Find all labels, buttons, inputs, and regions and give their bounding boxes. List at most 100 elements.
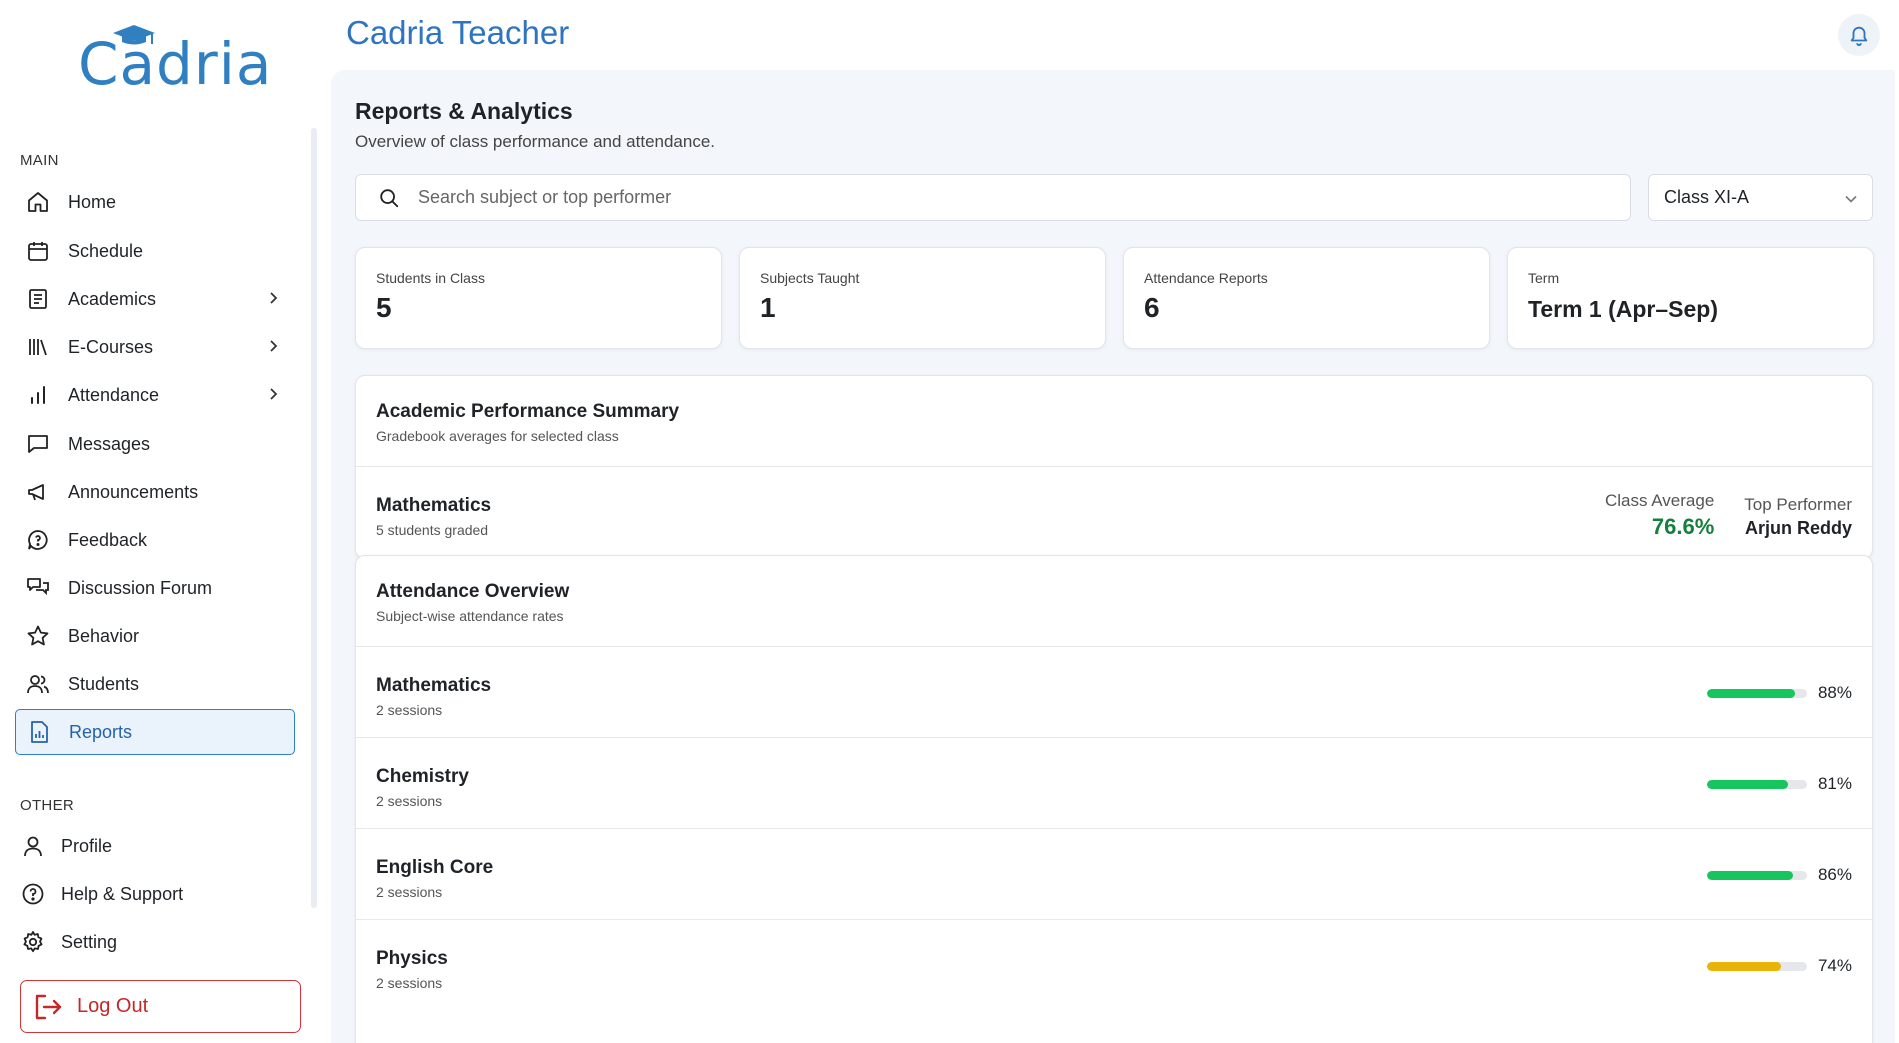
class-average-label: Class Average — [1604, 491, 1715, 510]
attendance-row[interactable]: English Core 2 sessions 86% — [356, 829, 1872, 920]
attendance-rows: Mathematics 2 sessions 88% Chemistry 2 sessi… — [356, 647, 1872, 1011]
sidebar-item-behavior[interactable]: Behavior — [15, 613, 295, 659]
cadria-logo[interactable]: Cadria — [78, 25, 273, 100]
message-icon — [25, 431, 51, 457]
page-title: Reports & Analytics — [355, 98, 573, 124]
forum-icon — [25, 575, 51, 601]
stat-card-term: Term Term 1 (Apr–Sep) — [1507, 247, 1874, 349]
stat-value: 6 — [1144, 292, 1160, 323]
chevron-right-icon — [270, 340, 278, 352]
attendance-percent: 86% — [1817, 865, 1852, 884]
calendar-icon — [25, 238, 51, 264]
stat-card-attendance-reports: Attendance Reports 6 — [1123, 247, 1490, 349]
notifications-button[interactable] — [1838, 14, 1880, 56]
stat-card-subjects: Subjects Taught 1 — [739, 247, 1106, 349]
top-performer: Top Performer Arjun Reddy — [1744, 491, 1852, 540]
sidebar-item-announcements[interactable]: Announcements — [15, 469, 295, 515]
subject-name: Physics — [376, 948, 448, 969]
star-icon — [25, 623, 51, 649]
sidebar-item-messages[interactable]: Messages — [15, 421, 295, 467]
sidebar-item-schedule[interactable]: Schedule — [15, 228, 295, 274]
attendance-percent: 74% — [1817, 956, 1852, 975]
attendance-percent: 81% — [1817, 774, 1852, 793]
card-title: Attendance Overview — [376, 581, 570, 602]
section-label-main: MAIN — [20, 152, 59, 169]
stat-label: Students in Class — [376, 270, 485, 286]
chevron-down-icon — [1845, 195, 1857, 203]
attendance-progress-bar — [1707, 779, 1807, 789]
search-icon — [380, 188, 399, 207]
attendance-metric: 74% — [1707, 956, 1852, 976]
app-title: Cadria Teacher — [346, 14, 570, 51]
home-icon — [25, 189, 51, 215]
sidebar-item-label: Help & Support — [61, 883, 184, 904]
class-select[interactable]: Class XI-A — [1648, 174, 1873, 221]
sidebar-item-label: Announcements — [68, 481, 199, 502]
bell-icon — [1850, 26, 1868, 46]
stat-label: Subjects Taught — [760, 270, 860, 286]
attendance-progress-fill — [1707, 779, 1788, 789]
logout-icon — [35, 994, 62, 1019]
library-icon — [25, 334, 51, 360]
attendance-percent: 88% — [1817, 683, 1852, 702]
performance-row[interactable]: Mathematics 5 students graded Class Aver… — [356, 467, 1872, 558]
card-header: Academic Performance Summary Gradebook a… — [356, 376, 1872, 467]
card-subtitle: Gradebook averages for selected class — [376, 428, 619, 444]
search-box[interactable] — [355, 174, 1631, 221]
attendance-progress-bar — [1707, 961, 1807, 971]
help-icon — [20, 881, 46, 907]
attendance-progress-fill — [1707, 961, 1781, 971]
graduation-cap-icon — [113, 25, 155, 45]
sidebar-item-label: Students — [68, 673, 140, 694]
sidebar-item-discussion-forum[interactable]: Discussion Forum — [15, 565, 295, 611]
attendance-overview-card: Attendance Overview Subject-wise attenda… — [355, 555, 1873, 1043]
sidebar-item-help-support[interactable]: Help & Support — [10, 871, 290, 917]
subject-name: English Core — [376, 857, 494, 878]
main-content: Reports & Analytics Overview of class pe… — [331, 70, 1895, 1043]
subject-detail: 2 sessions — [376, 975, 443, 991]
attendance-row[interactable]: Mathematics 2 sessions 88% — [356, 647, 1872, 738]
logo-wordmark: Cadria — [78, 30, 273, 98]
sidebar-item-label: Messages — [68, 433, 151, 454]
page-subtitle: Overview of class performance and attend… — [355, 132, 716, 151]
sidebar-item-academics[interactable]: Academics — [15, 276, 295, 322]
bar-chart-icon — [25, 382, 51, 408]
subject-name: Mathematics — [376, 675, 492, 696]
subject-detail: 2 sessions — [376, 702, 443, 718]
performance-metrics: Class Average 76.6% Top Performer Arjun … — [1605, 491, 1852, 540]
stat-label: Term — [1528, 270, 1560, 286]
attendance-metric: 86% — [1707, 865, 1852, 885]
sidebar-scrollbar[interactable] — [311, 128, 317, 908]
sidebar-item-label: Academics — [68, 288, 157, 309]
stat-card-students: Students in Class 5 — [355, 247, 722, 349]
attendance-row[interactable]: Chemistry 2 sessions 81% — [356, 738, 1872, 829]
sidebar-item-students[interactable]: Students — [15, 661, 295, 707]
attendance-progress-fill — [1707, 688, 1795, 698]
chevron-right-icon — [270, 292, 278, 304]
stat-value: 5 — [376, 292, 392, 323]
class-average-value: 76.6% — [1651, 514, 1715, 539]
sidebar-item-label: Behavior — [68, 625, 140, 646]
megaphone-icon — [25, 479, 51, 505]
sidebar-item-e-courses[interactable]: E-Courses — [15, 324, 295, 370]
sidebar: Cadria MAIN Home Schedule Academics E-Co… — [0, 0, 330, 1043]
sidebar-item-home[interactable]: Home — [15, 179, 295, 225]
sidebar-item-setting[interactable]: Setting — [10, 919, 290, 965]
sidebar-item-reports[interactable]: Reports — [15, 709, 295, 755]
stat-value: Term 1 (Apr–Sep) — [1528, 296, 1719, 322]
attendance-metric: 81% — [1707, 774, 1852, 794]
sidebar-item-attendance[interactable]: Attendance — [15, 372, 295, 418]
attendance-row[interactable]: Physics 2 sessions 74% — [356, 920, 1872, 1011]
search-input[interactable] — [418, 187, 1568, 208]
class-select-value: Class XI-A — [1664, 187, 1750, 207]
logout-button[interactable]: Log Out — [20, 980, 301, 1033]
sidebar-item-label: Discussion Forum — [68, 577, 213, 598]
logout-label: Log Out — [77, 995, 149, 1017]
sidebar-item-profile[interactable]: Profile — [10, 823, 290, 869]
sidebar-item-label: Home — [68, 191, 117, 212]
sidebar-item-label: Schedule — [68, 240, 144, 261]
attendance-progress-bar — [1707, 688, 1807, 698]
sidebar-item-feedback[interactable]: Feedback — [15, 517, 295, 563]
sidebar-item-label: Reports — [69, 721, 133, 742]
report-icon — [26, 719, 52, 745]
